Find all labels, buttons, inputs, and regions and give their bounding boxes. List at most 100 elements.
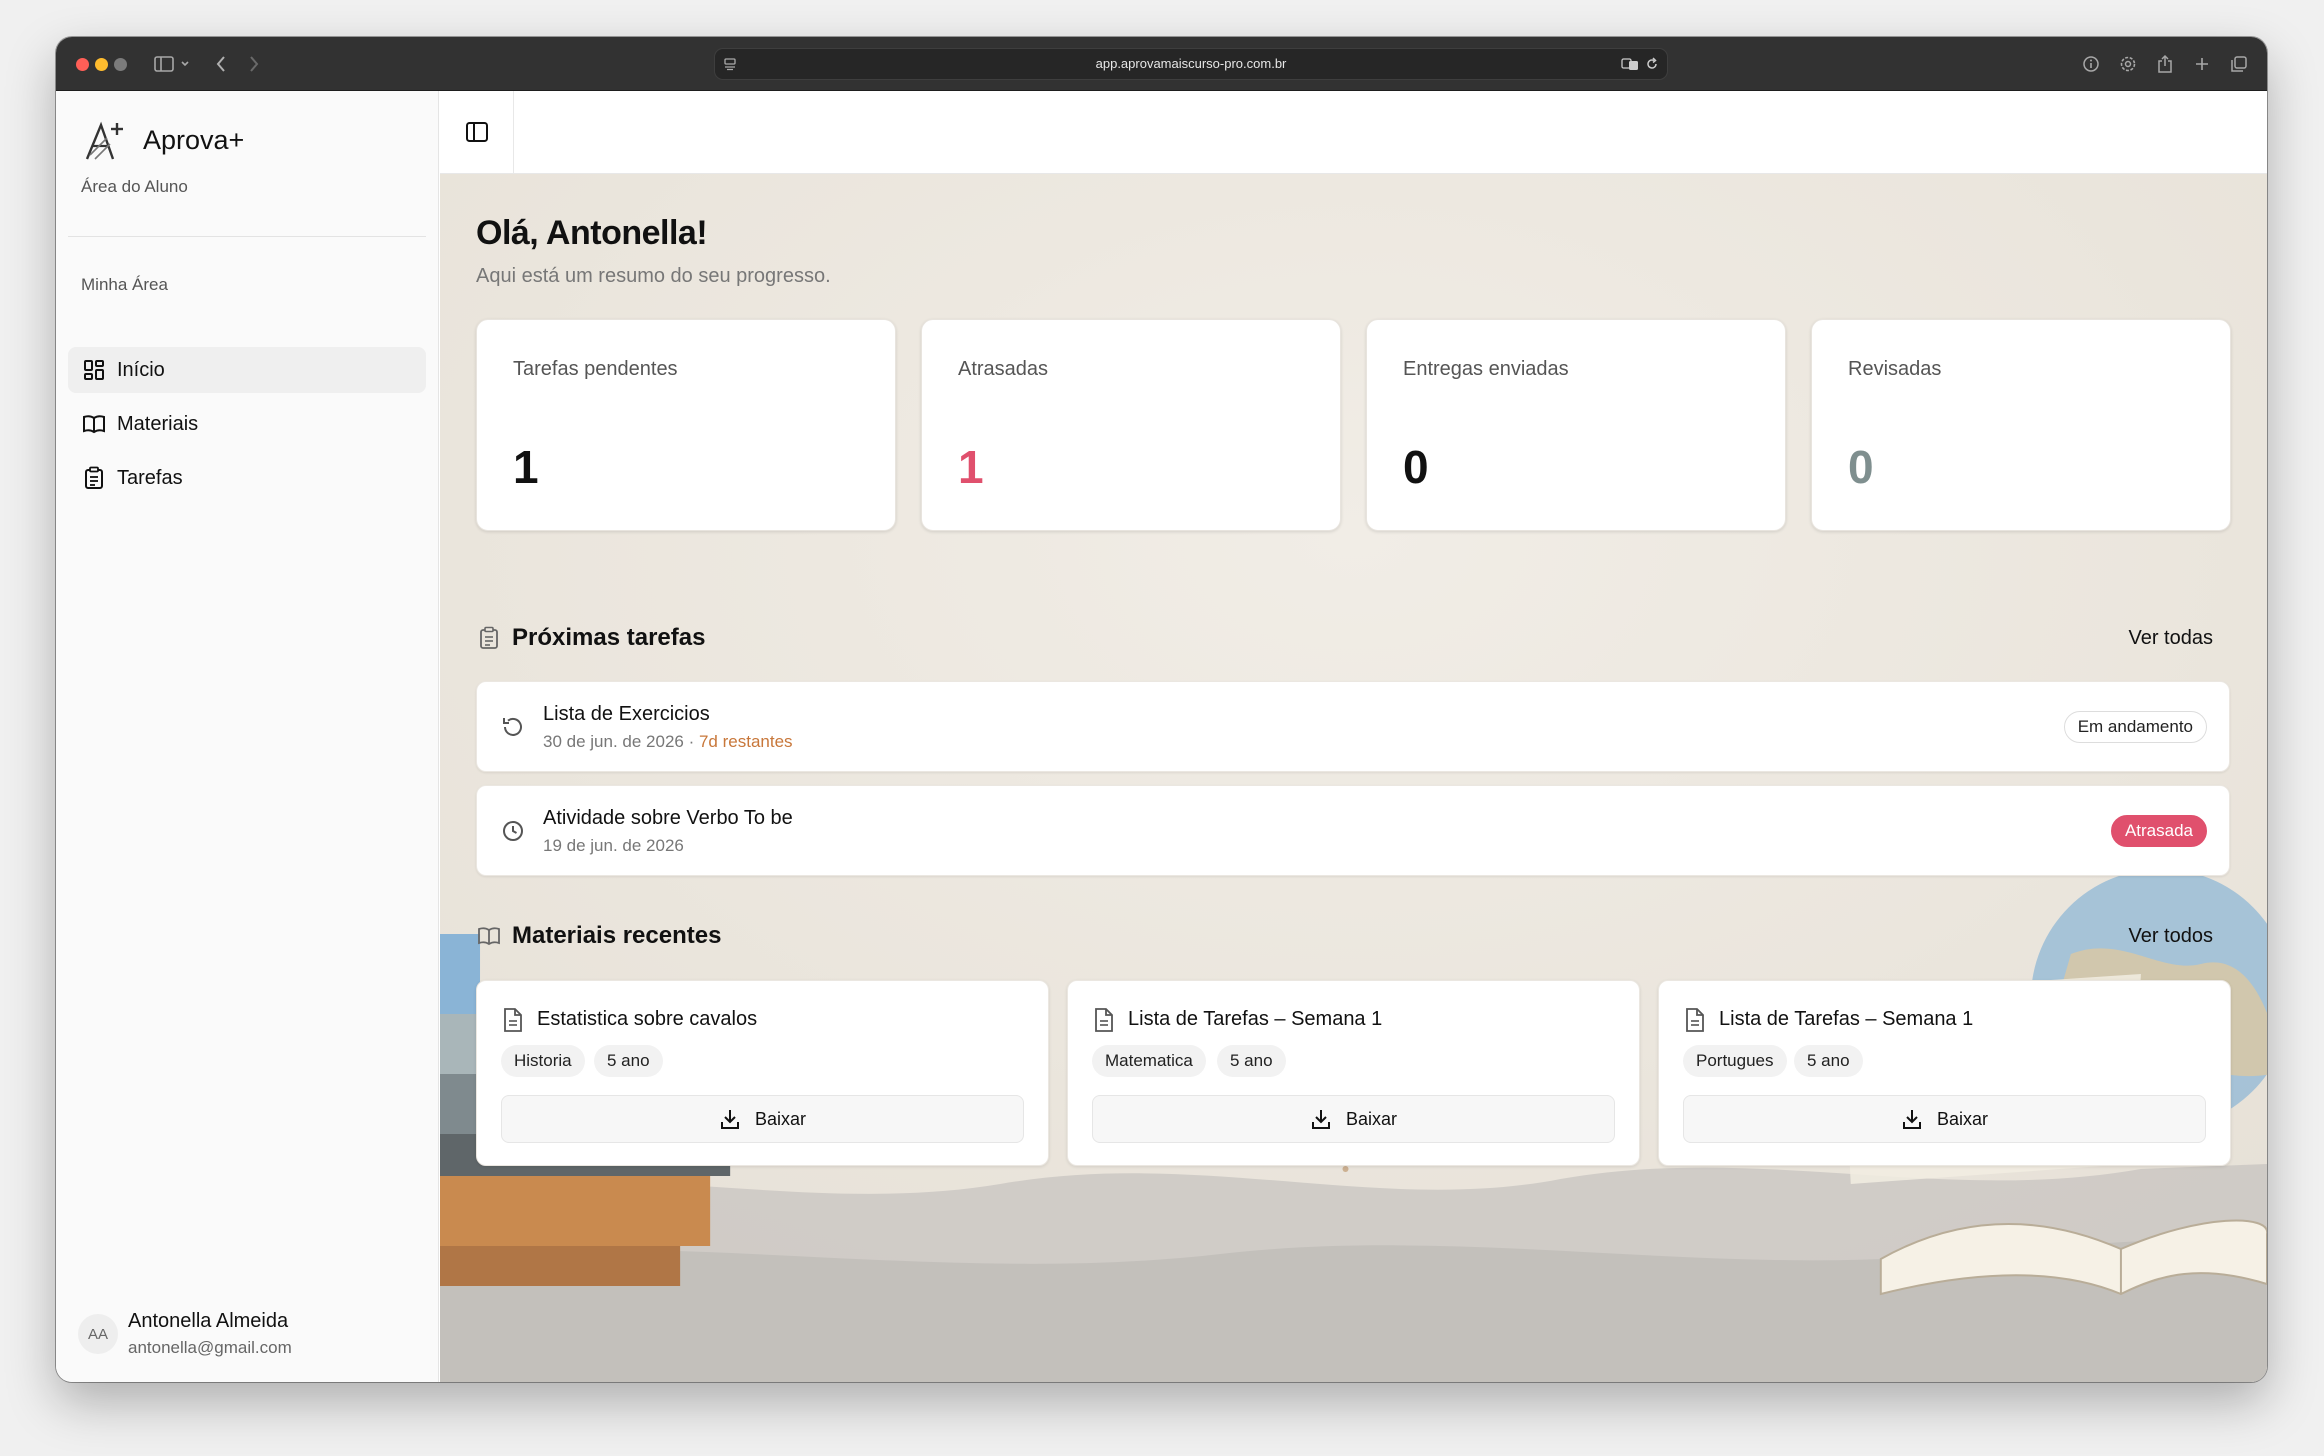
material-card: Lista de Tarefas – Semana 1 Matematica 5…	[1067, 980, 1640, 1166]
share-icon[interactable]	[2154, 51, 2176, 77]
sidebar-divider	[68, 236, 426, 237]
document-icon	[1095, 1008, 1113, 1032]
task-meta: 30 de jun. de 2026 · 7d restantes	[543, 732, 793, 752]
status-badge: Atrasada	[2110, 815, 2207, 847]
task-title: Lista de Exercicios	[543, 703, 710, 725]
download-label: Baixar	[1936, 1108, 1989, 1129]
sidebar-item-materiais[interactable]: Materiais	[68, 401, 426, 447]
top-bar	[440, 91, 2267, 174]
sidebar-item-label: Início	[117, 358, 165, 381]
user-email: antonella@gmail.com	[128, 1338, 292, 1357]
stat-value: 1	[513, 441, 539, 493]
download-icon	[1901, 1107, 1925, 1131]
info-icon[interactable]	[2080, 51, 2102, 77]
download-label: Baixar	[1345, 1108, 1398, 1129]
material-card: Lista de Tarefas – Semana 1 Portugues 5 …	[1658, 980, 2231, 1166]
book-icon	[476, 923, 502, 949]
recent-materials-title: Materiais recentes	[476, 922, 721, 950]
reload-icon[interactable]	[1645, 57, 1659, 71]
grade-tag: 5 ano	[1794, 1045, 1863, 1077]
page-title: Olá, Antonella!	[476, 214, 708, 252]
download-button[interactable]: Baixar	[1092, 1095, 1615, 1143]
dashboard-content: Olá, Antonella! Aqui está um resumo do s…	[440, 174, 2267, 1382]
extensions-icon[interactable]	[2117, 51, 2139, 77]
material-card: Estatistica sobre cavalos Historia 5 ano…	[476, 980, 1049, 1166]
download-label: Baixar	[754, 1108, 807, 1129]
url-text: app.aprovamaiscurso-pro.com.br	[1095, 56, 1287, 71]
download-button[interactable]: Baixar	[1683, 1095, 2206, 1143]
material-title: Estatistica sobre cavalos	[537, 1008, 758, 1030]
dashboard-icon	[81, 357, 107, 383]
meta-separator: ·	[683, 732, 699, 751]
task-due-date: 19 de jun. de 2026	[543, 836, 684, 855]
task-item[interactable]: Atividade sobre Verbo To be 19 de jun. d…	[476, 785, 2230, 876]
material-title: Lista de Tarefas – Semana 1	[1128, 1008, 1383, 1030]
main-content: Olá, Antonella! Aqui está um resumo do s…	[440, 174, 2267, 1382]
forward-icon[interactable]	[244, 51, 264, 77]
sidebar-item-inicio[interactable]: Início	[68, 347, 426, 393]
page-subtitle: Aqui está um resumo do seu progresso.	[476, 265, 831, 287]
avatar: AA	[78, 1314, 118, 1354]
status-badge: Em andamento	[2063, 711, 2207, 743]
tab-overview-icon[interactable]	[2228, 51, 2250, 77]
see-all-tasks-link[interactable]: Ver todas	[2128, 627, 2213, 650]
download-button[interactable]: Baixar	[501, 1095, 1024, 1143]
section-title-text: Próximas tarefas	[512, 624, 706, 651]
download-icon	[719, 1107, 743, 1131]
see-all-materials-link[interactable]: Ver todos	[2128, 925, 2213, 948]
sidebar-toggle-icon[interactable]	[154, 51, 190, 77]
document-icon	[504, 1008, 522, 1032]
stat-label: Entregas enviadas	[1403, 358, 1569, 380]
stat-label: Atrasadas	[958, 358, 1049, 380]
logo-icon	[85, 121, 123, 160]
stat-label: Revisadas	[1848, 358, 1942, 380]
book-icon	[81, 411, 107, 437]
close-window-button[interactable]	[76, 58, 89, 71]
stat-card-submitted: Entregas enviadas 0	[1366, 319, 1786, 531]
download-icon	[1310, 1107, 1334, 1131]
grade-tag: 5 ano	[1217, 1045, 1286, 1077]
brand-name: Aprova+	[143, 125, 245, 155]
minimize-window-button[interactable]	[95, 58, 108, 71]
clipboard-icon	[476, 625, 502, 651]
back-icon[interactable]	[211, 51, 231, 77]
stat-card-reviewed: Revisadas 0	[1811, 319, 2231, 531]
task-due-date: 30 de jun. de 2026	[543, 732, 684, 751]
subject-tag: Historia	[501, 1045, 585, 1077]
task-remaining: 7d restantes	[698, 732, 793, 751]
stat-value: 0	[1848, 441, 1874, 493]
clock-icon	[503, 821, 523, 841]
subject-tag: Matematica	[1092, 1045, 1206, 1077]
maximize-window-button[interactable]	[114, 58, 127, 71]
stat-label: Tarefas pendentes	[513, 358, 678, 380]
sidebar-item-label: Materiais	[117, 412, 199, 435]
sidebar-group-label: Minha Área	[81, 275, 168, 294]
sidebar-item-tarefas[interactable]: Tarefas	[68, 455, 426, 501]
translate-icon[interactable]	[1621, 57, 1639, 71]
stat-value: 1	[958, 441, 984, 493]
browser-window: app.aprovamaiscurso-pro.com.br Aprova+ Á…	[56, 37, 2267, 1382]
document-icon	[1686, 1008, 1704, 1032]
browser-titlebar: app.aprovamaiscurso-pro.com.br	[56, 37, 2267, 91]
address-bar[interactable]: app.aprovamaiscurso-pro.com.br	[714, 48, 1668, 80]
subject-tag: Portugues	[1683, 1045, 1787, 1077]
upcoming-tasks-title: Próximas tarefas	[476, 624, 705, 652]
stat-card-pending: Tarefas pendentes 1	[476, 319, 896, 531]
stat-card-overdue: Atrasadas 1	[921, 319, 1341, 531]
new-tab-icon[interactable]	[2191, 51, 2213, 77]
panel-left-icon	[465, 122, 488, 142]
section-title-text: Materiais recentes	[512, 922, 722, 949]
grade-tag: 5 ano	[594, 1045, 663, 1077]
stat-value: 0	[1403, 441, 1429, 493]
task-title: Atividade sobre Verbo To be	[543, 807, 793, 829]
sidebar-item-label: Tarefas	[117, 466, 183, 489]
clipboard-icon	[81, 465, 107, 491]
user-profile[interactable]: AA Antonella Almeida antonella@gmail.com	[78, 1310, 418, 1368]
brand-subtitle: Área do Aluno	[81, 177, 188, 196]
sidebar: Aprova+ Área do Aluno Minha Área Início …	[56, 91, 439, 1382]
material-title: Lista de Tarefas – Semana 1	[1719, 1008, 1974, 1030]
toggle-sidebar-button[interactable]	[440, 91, 514, 173]
user-name: Antonella Almeida	[128, 1310, 289, 1332]
task-item[interactable]: Lista de Exercicios 30 de jun. de 2026 ·…	[476, 681, 2230, 772]
history-icon	[503, 717, 522, 736]
